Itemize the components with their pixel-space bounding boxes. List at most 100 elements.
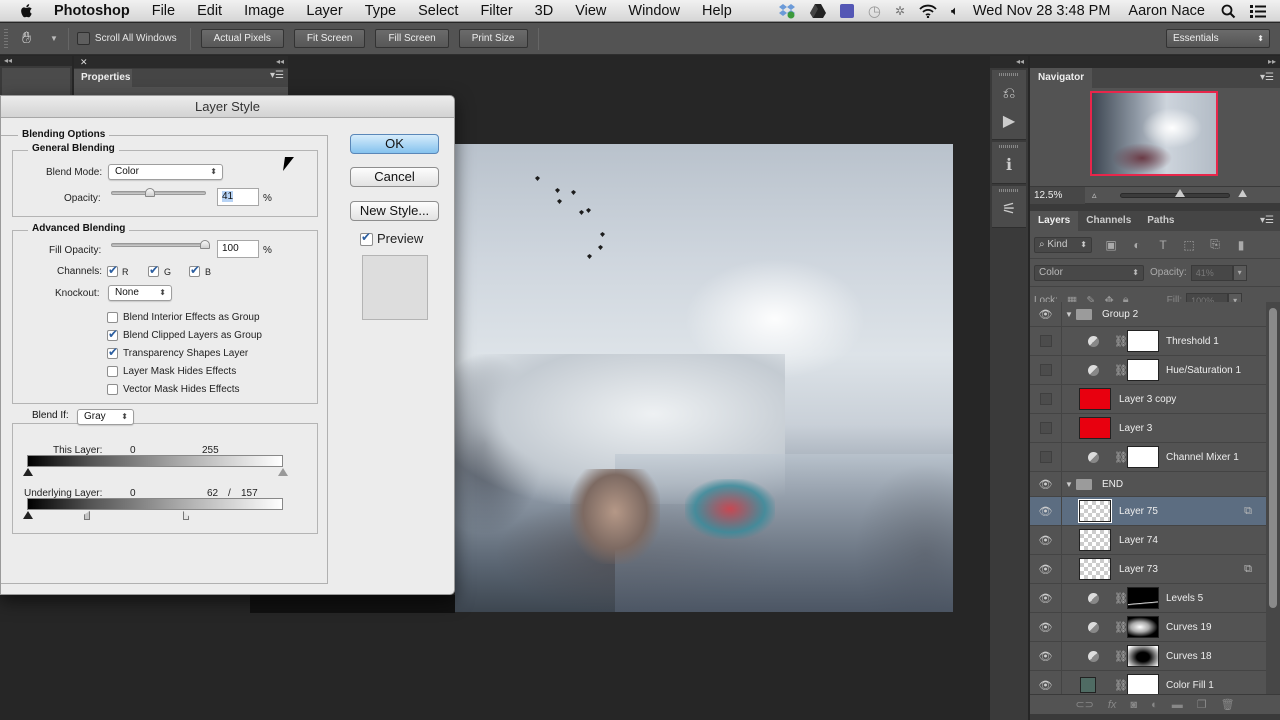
folder-icon[interactable]: ▬ — [1172, 699, 1183, 711]
menu-edit[interactable]: Edit — [197, 3, 222, 19]
channel-g-checkbox[interactable] — [148, 263, 159, 277]
visibility-toggle[interactable]: 👁︎ — [1030, 555, 1062, 583]
tab-layers[interactable]: Layers — [1030, 211, 1079, 231]
layer-name[interactable]: Levels 5 — [1166, 593, 1203, 604]
visibility-toggle[interactable]: 👁︎ — [1030, 472, 1062, 496]
visibility-toggle[interactable]: 👁︎ — [1030, 302, 1062, 326]
panel-menu-icon[interactable]: ▾☰ — [270, 70, 284, 81]
app-square-icon[interactable] — [839, 4, 854, 18]
zoom-level-field[interactable]: 12.5% — [1030, 187, 1085, 204]
adjustment-icon[interactable]: ◐ — [1151, 699, 1158, 711]
wifi-icon[interactable] — [919, 4, 937, 18]
expand-triangle-icon[interactable]: ▼ — [1065, 310, 1073, 319]
visibility-toggle[interactable]: 👁︎ — [1030, 526, 1062, 554]
layer-mask-thumbnail[interactable] — [1127, 446, 1159, 468]
apple-icon[interactable] — [18, 2, 36, 20]
layer-mask-thumbnail[interactable] — [1127, 330, 1159, 352]
filter-smart-object-icon[interactable]: ⎘ — [1208, 237, 1222, 252]
layer-thumbnail[interactable] — [1078, 499, 1112, 523]
visibility-toggle[interactable]: 👁︎ — [1030, 642, 1062, 670]
layer-name[interactable]: Layer 75 — [1119, 506, 1158, 517]
opacity-slider-knob[interactable] — [145, 188, 156, 197]
close-icon[interactable]: ✕ — [80, 57, 88, 67]
layer-row[interactable]: Layer 3 copy — [1030, 385, 1266, 414]
filter-toggle[interactable]: ▮ — [1234, 238, 1248, 252]
layer-row[interactable]: 👁︎ Layer 73 ⧉ — [1030, 555, 1266, 584]
user-name[interactable]: Aaron Nace — [1128, 3, 1205, 19]
knockout-select[interactable]: None ⬍ — [108, 285, 172, 301]
blend-clipped-layers-checkbox[interactable] — [107, 327, 118, 341]
channel-b-checkbox[interactable] — [189, 263, 200, 277]
zoom-slider[interactable] — [1120, 189, 1230, 198]
filter-pixel-icon[interactable]: ▣ — [1104, 238, 1118, 252]
options-bar-grip[interactable] — [4, 28, 8, 49]
zoom-in-icon[interactable]: ⛰︎ — [1238, 188, 1247, 201]
visibility-toggle[interactable] — [1030, 443, 1062, 471]
visibility-toggle[interactable] — [1030, 327, 1062, 355]
fx-icon[interactable]: fx — [1108, 699, 1117, 711]
fill-opacity-slider[interactable] — [111, 240, 210, 249]
link-icon[interactable]: ⊂⊃ — [1075, 698, 1093, 711]
scrollbar-thumb[interactable] — [1269, 308, 1277, 608]
expand-triangle-icon[interactable]: ▼ — [1065, 480, 1073, 489]
mask-link-icon[interactable]: ⛓︎ — [1114, 364, 1128, 377]
layer-name[interactable]: Curves 18 — [1166, 651, 1212, 662]
panel-menu-icon[interactable]: ▾☰ — [1260, 72, 1274, 83]
navigator-preview[interactable] — [1090, 91, 1218, 176]
menu-help[interactable]: Help — [702, 3, 732, 19]
layer-name[interactable]: Threshold 1 — [1166, 336, 1219, 347]
tab-paths[interactable]: Paths — [1139, 211, 1182, 231]
visibility-toggle[interactable]: 👁︎ — [1030, 671, 1062, 694]
ok-button[interactable]: OK — [350, 134, 439, 154]
layer-opacity-field[interactable]: 41% — [1190, 264, 1233, 281]
fill-color-swatch[interactable] — [1080, 677, 1096, 693]
layer-mask-thumbnail[interactable] — [1127, 674, 1159, 694]
collapse-icon[interactable]: ◂◂ — [0, 56, 72, 66]
layer-name[interactable]: Curves 19 — [1166, 622, 1212, 633]
workspace-switcher[interactable]: Essentials ⬍ — [1166, 29, 1270, 48]
vector-mask-hides-checkbox[interactable] — [107, 384, 118, 395]
tool-preset-dropdown[interactable]: ▼ — [50, 34, 58, 43]
layer-row[interactable]: 👁︎ ▼ END — [1030, 472, 1266, 497]
print-size-button[interactable]: Print Size — [458, 29, 528, 48]
layer-row[interactable]: ⛓︎ Channel Mixer 1 — [1030, 443, 1266, 472]
layer-name[interactable]: END — [1102, 479, 1123, 490]
underlying-black-slider[interactable] — [23, 511, 33, 519]
tab-properties[interactable]: Properties — [74, 69, 132, 87]
fill-screen-button[interactable]: Fill Screen — [375, 29, 449, 48]
layer-name[interactable]: Layer 73 — [1119, 564, 1158, 575]
this-layer-white-slider[interactable] — [278, 468, 288, 476]
expand-icon[interactable]: ▸▸ — [1030, 56, 1280, 68]
filter-adjustment-icon[interactable]: ◐ — [1130, 238, 1144, 252]
menu-photoshop[interactable]: Photoshop — [54, 3, 130, 19]
collapse-icon[interactable]: ◂◂ — [990, 56, 1028, 68]
layer-name[interactable]: Layer 3 copy — [1119, 394, 1176, 405]
document-canvas[interactable] — [455, 144, 953, 612]
visibility-toggle[interactable]: 👁︎ — [1030, 613, 1062, 641]
layer-name[interactable]: Color Fill 1 — [1166, 680, 1214, 691]
google-drive-icon[interactable] — [809, 4, 826, 18]
fit-screen-button[interactable]: Fit Screen — [293, 29, 366, 48]
menu-filter[interactable]: Filter — [480, 3, 512, 19]
filter-type-icon[interactable]: T — [1156, 238, 1170, 252]
layer-mask-thumbnail[interactable] — [1127, 359, 1159, 381]
visibility-toggle[interactable] — [1030, 356, 1062, 384]
history-icon[interactable]: ⎌ — [998, 82, 1020, 106]
menu-layer[interactable]: Layer — [306, 3, 342, 19]
layer-mask-thumbnail[interactable] — [1127, 645, 1159, 667]
hand-tool-icon[interactable]: ✋︎ — [22, 29, 42, 49]
actions-play-icon[interactable]: ▶ — [998, 110, 1020, 134]
layer-name[interactable]: Channel Mixer 1 — [1166, 452, 1239, 463]
bluetooth-icon[interactable]: ✲ — [895, 4, 905, 18]
grip[interactable] — [999, 145, 1019, 148]
mask-link-icon[interactable]: ⛓︎ — [1114, 451, 1128, 464]
new-style-button[interactable]: New Style... — [350, 201, 439, 221]
menu-view[interactable]: View — [575, 3, 606, 19]
volume-icon[interactable]: 🔈︎ — [951, 3, 959, 19]
transparency-shapes-checkbox[interactable] — [107, 345, 118, 359]
layer-row[interactable]: ⛓︎ Hue/Saturation 1 — [1030, 356, 1266, 385]
layer-row[interactable]: 👁︎ Layer 74 — [1030, 526, 1266, 555]
tab-navigator[interactable]: Navigator — [1030, 68, 1093, 88]
scroll-all-windows-checkbox[interactable] — [76, 32, 90, 45]
cancel-button[interactable]: Cancel — [350, 167, 439, 187]
